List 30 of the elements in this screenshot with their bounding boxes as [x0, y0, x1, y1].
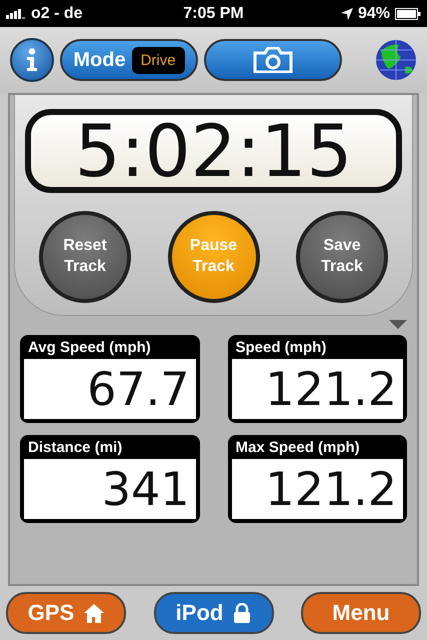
carrier-name: o2 - de [31, 4, 83, 22]
dropdown-triangle-icon[interactable] [389, 320, 407, 329]
signal-icon [6, 8, 26, 18]
track-button[interactable]: Reset Track [39, 211, 131, 303]
location-arrow-icon [340, 8, 353, 20]
stat-label: Max Speed (mph) [234, 438, 361, 458]
info-button[interactable] [10, 38, 54, 82]
battery-percent: 94% [358, 4, 390, 22]
globe-icon[interactable] [375, 39, 417, 81]
stat-label: Avg Speed (mph) [27, 338, 152, 358]
stat-label: Distance (mi) [27, 438, 124, 458]
clock-time: 7:05 PM [183, 4, 244, 22]
stat-label: Speed (mph) [234, 338, 328, 358]
bottom-button[interactable]: iPod [154, 592, 274, 634]
stat-value: 121.2 [232, 359, 403, 419]
bottom-button[interactable]: GPS [6, 592, 126, 634]
info-icon [25, 48, 39, 72]
battery-icon [395, 8, 421, 20]
mode-button[interactable]: Mode Drive [60, 39, 198, 81]
camera-button[interactable] [204, 39, 342, 81]
stat-value: 67.7 [24, 359, 196, 419]
stat-value: 341 [24, 459, 196, 519]
house-icon [84, 603, 104, 623]
camera-icon [253, 47, 293, 73]
mode-value: Drive [132, 46, 185, 74]
elapsed-timer: 5:02:15 [25, 109, 402, 193]
stat-value: 121.2 [232, 459, 403, 519]
track-button[interactable]: Save Track [296, 211, 388, 303]
bottom-button[interactable]: Menu [301, 592, 421, 634]
lock-icon [233, 603, 252, 623]
